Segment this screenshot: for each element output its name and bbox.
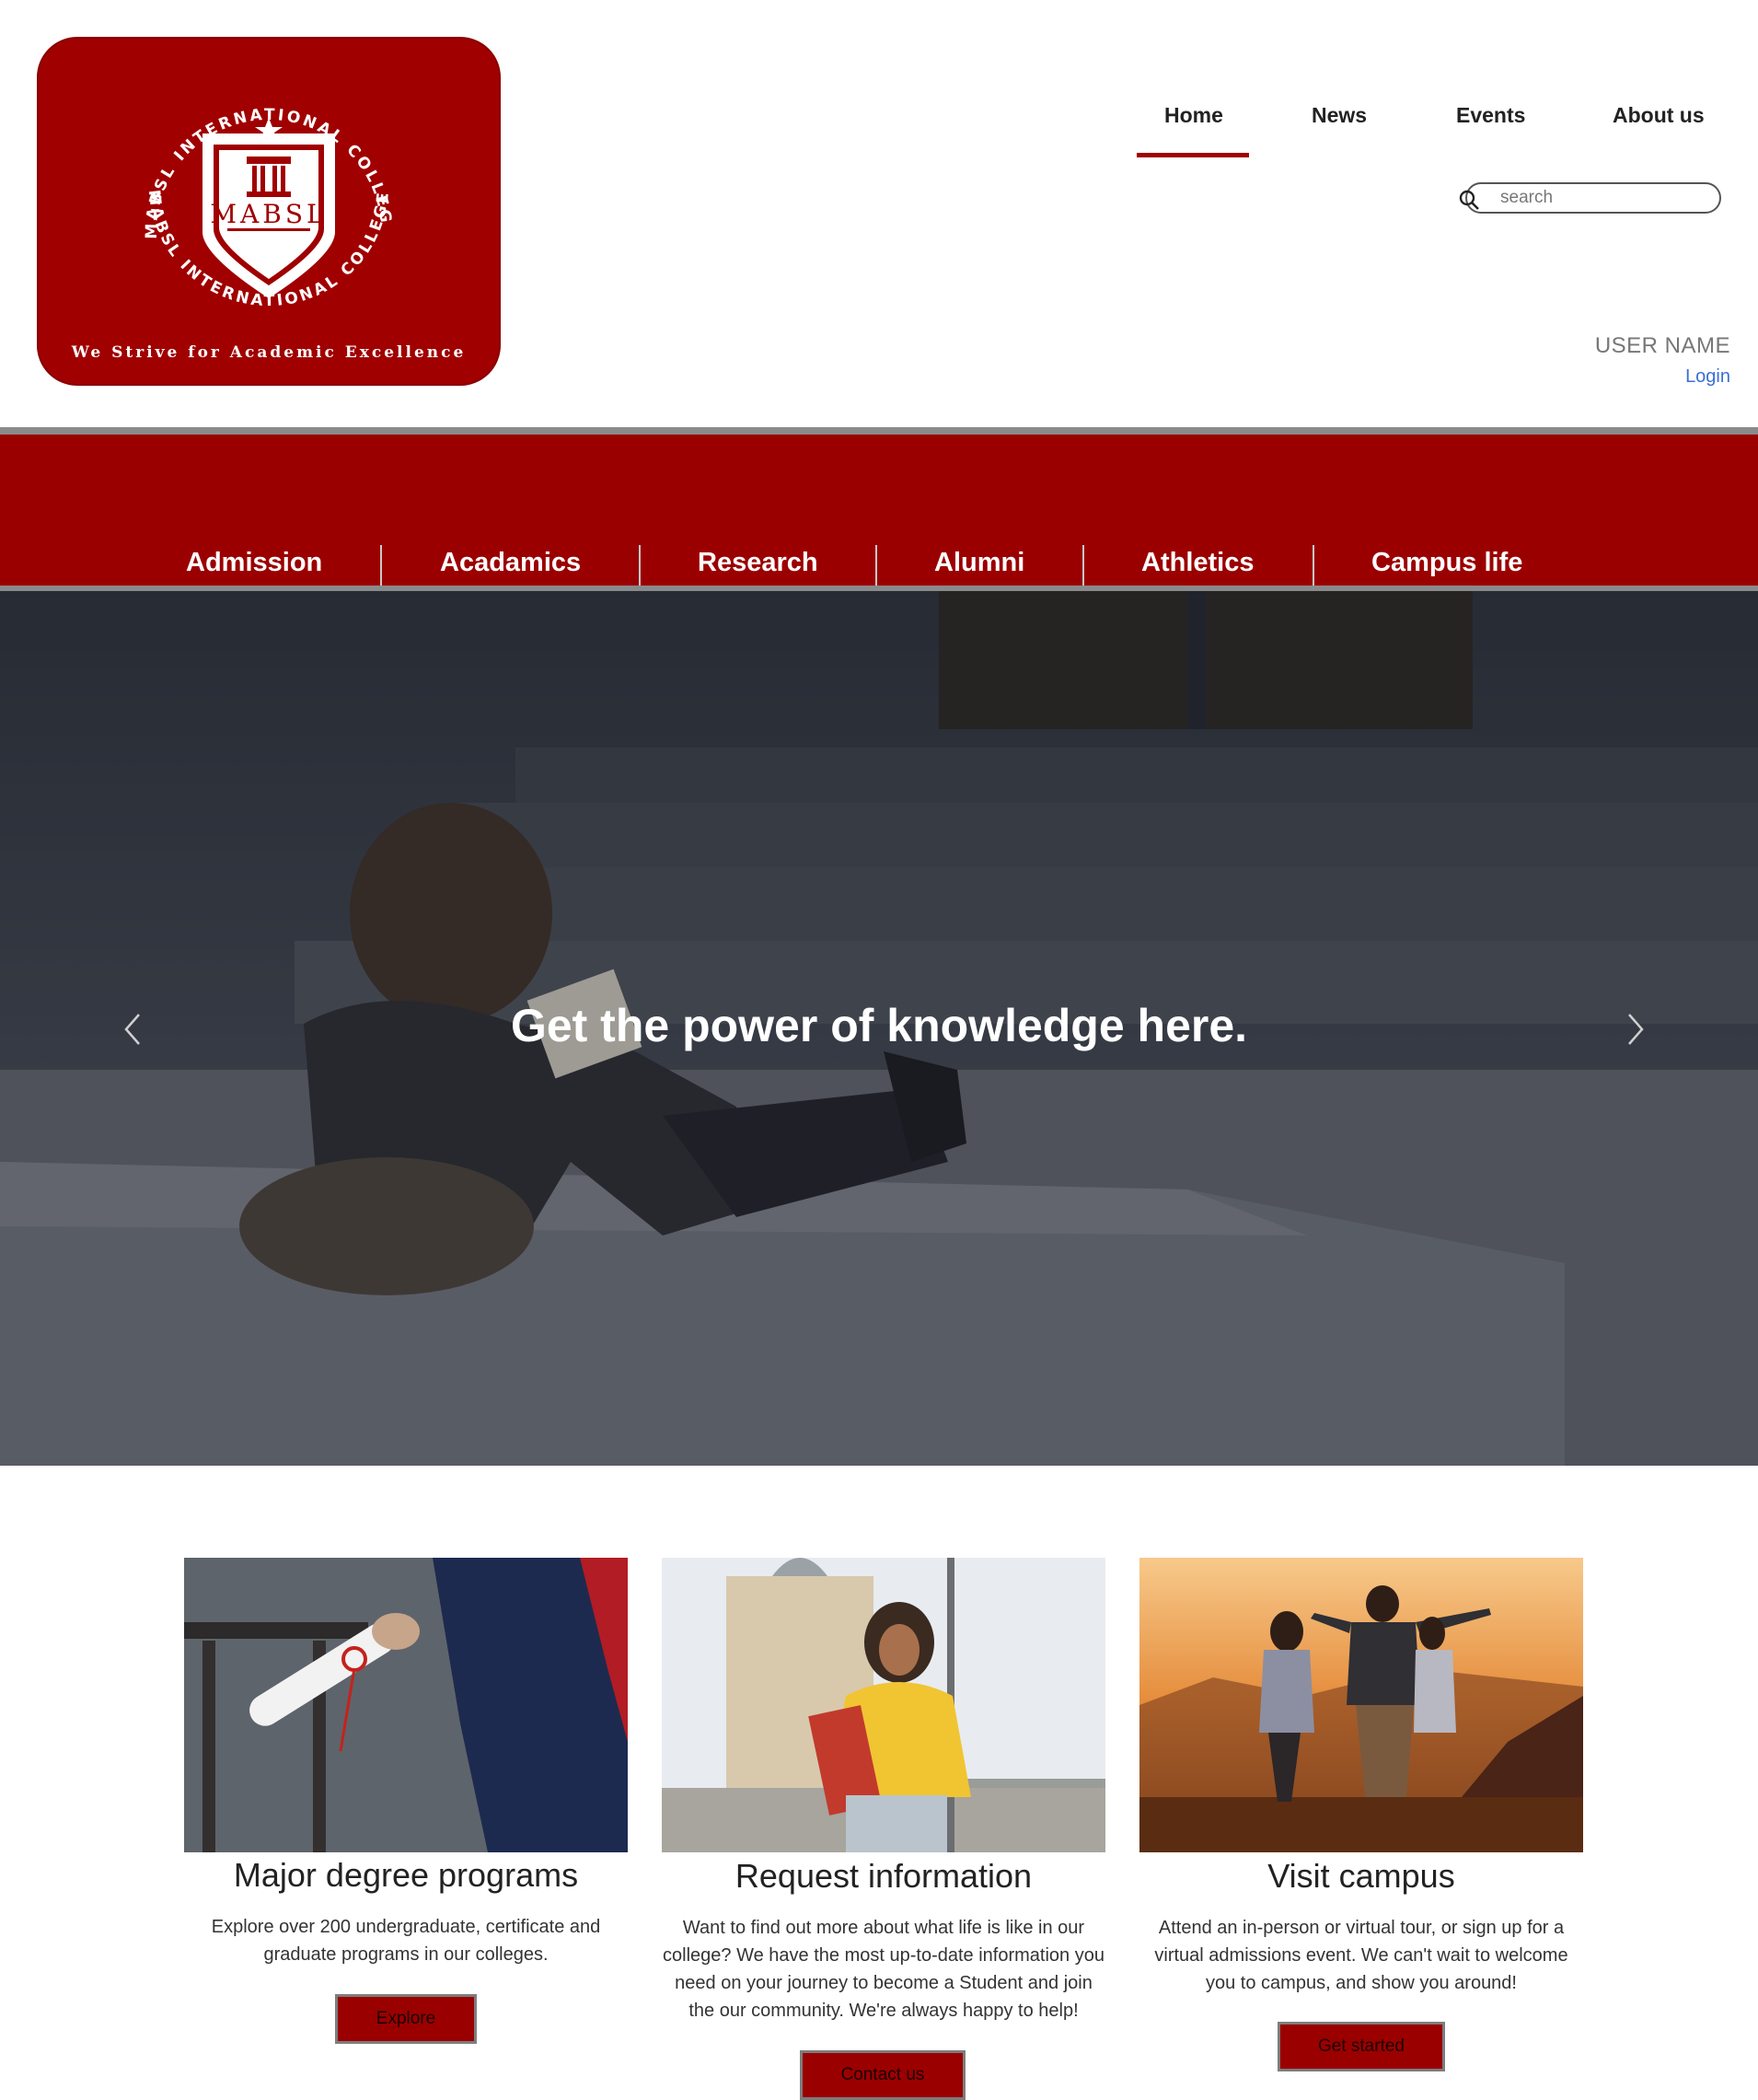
student-with-books-image	[662, 1558, 1105, 1852]
login-link[interactable]: Login	[1685, 366, 1730, 388]
chevron-right-icon[interactable]	[1622, 1011, 1649, 1048]
card-description: Attend an in-person or virtual tour, or …	[1154, 1918, 1568, 1993]
card-title: Request information	[734, 1857, 1033, 1895]
nav-separator	[1082, 545, 1084, 586]
contact-us-button[interactable]: Contact us	[800, 2050, 966, 2100]
card-description: Explore over 200 undergraduate, certific…	[211, 1917, 601, 1965]
college-crest-icon: MABSL INTERNATIONAL COLLEGE MABSL INTERN…	[39, 39, 467, 362]
card-title: Major degree programs	[233, 1856, 579, 1894]
logo-shield-text: MABSL	[210, 199, 327, 229]
nav-separator	[1313, 545, 1314, 586]
graduation-diploma-image	[184, 1558, 628, 1852]
search-input[interactable]	[1465, 182, 1721, 214]
main-nav-campus-life[interactable]: Campus life	[1371, 548, 1522, 578]
main-nav-athletics[interactable]: Athletics	[1141, 548, 1254, 578]
nav-separator	[380, 545, 382, 586]
search-box	[1459, 182, 1730, 217]
nav-active-indicator	[1137, 153, 1249, 157]
logo-motto: We Strive for Academic Excellence	[71, 343, 467, 362]
nav-events[interactable]: Events	[1456, 103, 1525, 128]
chevron-left-icon[interactable]	[119, 1011, 146, 1048]
card-description: Want to find out more about what life is…	[663, 1918, 1105, 2021]
main-nav-academics[interactable]: Acadamics	[440, 548, 581, 578]
card-title: Visit campus	[1267, 1857, 1455, 1895]
nav-about-us[interactable]: About us	[1613, 103, 1705, 128]
user-name: USER NAME	[1594, 333, 1730, 358]
explore-button[interactable]: Explore	[335, 1994, 477, 2044]
main-nav-alumni[interactable]: Alumni	[934, 548, 1024, 578]
nav-news[interactable]: News	[1312, 103, 1367, 128]
hero-title: Get the power of knowledge here.	[510, 1000, 1248, 1051]
main-nav-admission[interactable]: Admission	[186, 548, 322, 578]
search-icon[interactable]	[1459, 190, 1481, 212]
nav-divider-top	[0, 427, 1758, 435]
nav-separator	[639, 545, 641, 586]
nav-separator	[875, 545, 877, 586]
get-started-button[interactable]: Get started	[1278, 2022, 1445, 2071]
college-logo[interactable]: MABSL INTERNATIONAL COLLEGE MABSL INTERN…	[37, 37, 501, 386]
main-nav-research[interactable]: Research	[698, 548, 818, 578]
friends-at-sunset-image	[1139, 1558, 1583, 1852]
nav-home[interactable]: Home	[1164, 103, 1223, 128]
